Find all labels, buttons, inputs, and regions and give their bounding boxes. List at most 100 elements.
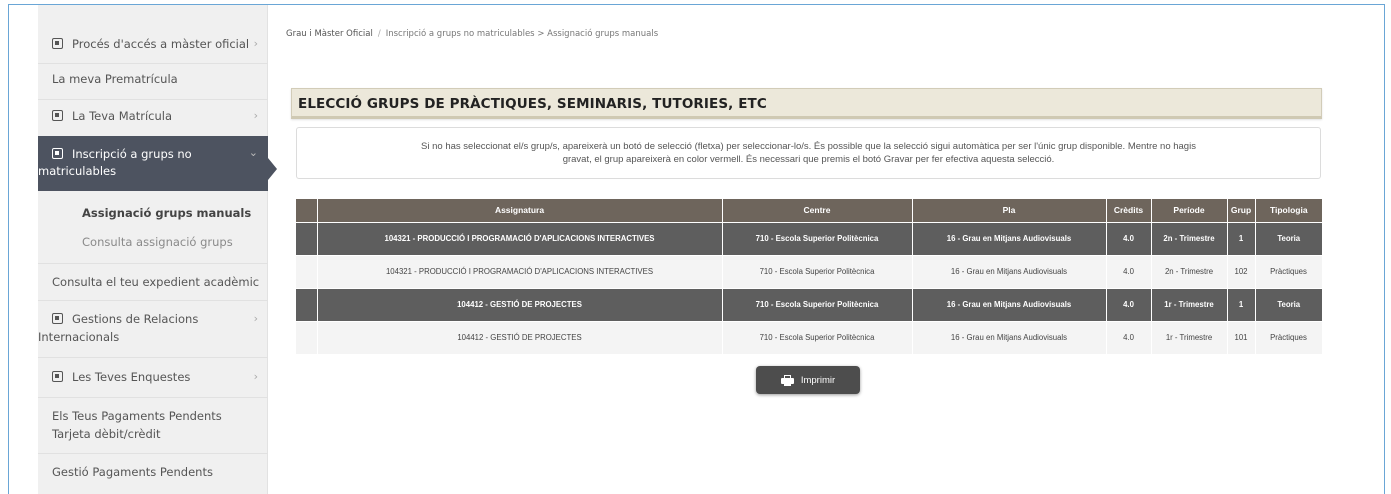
sidebar: Procés d'accés a màster oficial › La mev… — [38, 5, 277, 494]
sidebar-item-enquestes[interactable]: Les Teves Enquestes › — [38, 366, 268, 388]
column-header-centre: Centre — [722, 199, 913, 223]
table-cell-assignatura: 104412 - GESTIÓ DE PROJECTES — [317, 321, 723, 355]
table-cell-tipologia: Teoria — [1255, 288, 1322, 322]
table-header-row: Assignatura Centre Pla Crèdits Període G… — [296, 199, 1322, 223]
expand-box-icon — [52, 148, 63, 159]
table-cell-grup: 1 — [1227, 222, 1256, 256]
notice-line-2: gravat, el grup apareixerà en color verm… — [562, 154, 1055, 165]
table-cell-assignatura: 104321 - PRODUCCIÓ I PROGRAMACIÓ D'APLIC… — [317, 255, 723, 289]
table-cell-tipologia: Pràctiques — [1255, 255, 1323, 289]
chevron-right-icon: › — [253, 312, 258, 325]
sidebar-divider — [38, 397, 268, 398]
table-cell-periode: 1r - Trimestre — [1151, 288, 1228, 322]
table-cell-centre: 710 - Escola Superior Politècnica — [722, 255, 913, 289]
sidebar-divider — [38, 263, 268, 264]
column-header-periode: Període — [1151, 199, 1228, 223]
sidebar-divider — [38, 453, 268, 454]
chevron-right-icon: › — [253, 109, 258, 122]
sidebar-subitem-assignacio-grups[interactable]: Assignació grups manuals — [38, 204, 268, 222]
table-row: 104412 - GESTIÓ DE PROJECTES 710 - Escol… — [296, 321, 1323, 355]
sidebar-item-label-line2: Tarjeta dèbit/crèdit — [52, 427, 161, 441]
table-cell-pla: 16 - Grau en Mitjans Audiovisuals — [912, 222, 1107, 256]
table-cell-credits: 4.0 — [1106, 255, 1152, 289]
table-cell-credits: 4.0 — [1106, 288, 1152, 322]
column-header-grup: Grup — [1227, 199, 1256, 223]
sidebar-item-label-line1: Gestions de Relacions — [72, 312, 199, 326]
groups-table: Assignatura Centre Pla Crèdits Període G… — [296, 199, 1323, 355]
table-cell-pla: 16 - Grau en Mitjans Audiovisuals — [912, 288, 1107, 322]
print-button-label: Imprimir — [800, 374, 836, 386]
table-row: 104321 - PRODUCCIÓ I PROGRAMACIÓ D'APLIC… — [296, 222, 1322, 256]
section-title-panel: ELECCIÓ GRUPS DE PRÀCTIQUES, SEMINARIS, … — [291, 88, 1322, 119]
sidebar-item-label: La meva Prematrícula — [52, 72, 178, 86]
sidebar-item-label: Procés d'accés a màster oficial — [72, 37, 250, 51]
table-cell-centre: 710 - Escola Superior Politècnica — [722, 222, 913, 256]
table-cell-assignatura: 104321 - PRODUCCIÓ I PROGRAMACIÓ D'APLIC… — [317, 222, 723, 256]
sidebar-item-label: Gestió Pagaments Pendents — [52, 465, 213, 479]
sidebar-item-gestio-pagaments[interactable]: Gestió Pagaments Pendents — [38, 461, 268, 483]
table-cell-pla: 16 - Grau en Mitjans Audiovisuals — [912, 321, 1107, 355]
table-cell-tipologia: Teoria — [1255, 222, 1322, 256]
column-header-tipologia: Tipologia — [1255, 199, 1322, 223]
table-cell-centre: 710 - Escola Superior Politècnica — [722, 288, 913, 322]
expand-box-icon — [52, 371, 63, 382]
table-cell-select — [296, 255, 318, 289]
sidebar-item-inscripcio-grups[interactable]: Inscripció a grups no matriculables ⌄ — [38, 136, 268, 191]
sidebar-divider — [38, 99, 268, 100]
column-header-select — [296, 199, 318, 223]
sidebar-item-proces-acces-master[interactable]: Procés d'accés a màster oficial › — [38, 33, 268, 55]
sidebar-divider — [38, 63, 268, 64]
sidebar-item-label: Consulta el teu expedient acadèmic — [52, 275, 260, 289]
info-notice: Si no has seleccionat el/s grup/s, apare… — [296, 127, 1321, 179]
table-cell-periode: 2n - Trimestre — [1151, 255, 1228, 289]
app-window: Procés d'accés a màster oficial › La mev… — [0, 0, 1391, 494]
breadcrumb-separator: / — [377, 29, 381, 39]
table-row: 104321 - PRODUCCIÓ I PROGRAMACIÓ D'APLIC… — [296, 255, 1323, 289]
table-cell-grup: 102 — [1227, 255, 1256, 289]
column-header-pla: Pla — [912, 199, 1107, 223]
notice-line-1: Si no has seleccionat el/s grup/s, apare… — [421, 141, 1196, 152]
table-cell-tipologia: Pràctiques — [1255, 321, 1323, 355]
table-row: 104412 - GESTIÓ DE PROJECTES 710 - Escol… — [296, 288, 1322, 322]
table-cell-select — [296, 222, 318, 256]
sidebar-item-expedient[interactable]: Consulta el teu expedient acadèmic — [38, 271, 268, 293]
sidebar-item-matricula[interactable]: La Teva Matrícula › — [38, 105, 268, 127]
chevron-right-icon: › — [253, 37, 258, 50]
table-cell-credits: 4.0 — [1106, 222, 1152, 256]
sidebar-item-prematricula[interactable]: La meva Prematrícula — [38, 68, 268, 90]
chevron-right-icon: › — [253, 370, 258, 383]
breadcrumb: Grau i Màster Oficial / Inscripció a grups… — [286, 29, 658, 39]
table-cell-periode: 1r - Trimestre — [1151, 321, 1228, 355]
sidebar-item-label-line1: Els Teus Pagaments Pendents — [52, 409, 222, 423]
chevron-down-icon: ⌄ — [248, 146, 258, 159]
table-cell-pla: 16 - Grau en Mitjans Audiovisuals — [912, 255, 1107, 289]
sidebar-subitem-consulta-assignacio[interactable]: Consulta assignació grups — [38, 233, 268, 251]
table-cell-periode: 2n - Trimestre — [1151, 222, 1228, 256]
page-title: ELECCIÓ GRUPS DE PRÀCTIQUES, SEMINARIS, … — [298, 96, 767, 112]
table-cell-credits: 4.0 — [1106, 321, 1152, 355]
table-cell-select — [296, 288, 318, 322]
sidebar-item-label: Les Teves Enquestes — [72, 370, 191, 384]
column-header-credits: Crèdits — [1106, 199, 1152, 223]
sidebar-divider — [38, 357, 268, 358]
table-cell-assignatura: 104412 - GESTIÓ DE PROJECTES — [317, 288, 723, 322]
expand-box-icon — [52, 110, 63, 121]
sidebar-item-label-line2: matriculables — [38, 164, 117, 178]
expand-box-icon — [52, 38, 63, 49]
active-pointer — [268, 158, 277, 180]
sidebar-item-pagaments-pendents[interactable]: Els Teus Pagaments Pendents Tarjeta dèbi… — [38, 405, 268, 445]
printer-icon — [780, 374, 794, 386]
table-cell-select — [296, 321, 318, 355]
sidebar-item-label-line2: Internacionals — [38, 330, 120, 344]
print-button[interactable]: Imprimir — [756, 366, 860, 394]
expand-box-icon — [52, 313, 63, 324]
table-cell-grup: 101 — [1227, 321, 1256, 355]
sidebar-item-label: La Teva Matrícula — [72, 109, 173, 123]
notice-text: Si no has seleccionat el/s grup/s, apare… — [421, 140, 1196, 166]
breadcrumb-path: Inscripció a grups no matriculables > As… — [385, 29, 659, 39]
sidebar-item-relacions-internacionals[interactable]: Gestions de Relacions Internacionals › — [38, 308, 268, 348]
breadcrumb-root[interactable]: Grau i Màster Oficial — [286, 29, 373, 39]
sidebar-item-label-line1: Inscripció a grups no — [72, 147, 192, 161]
table-cell-grup: 1 — [1227, 288, 1256, 322]
sidebar-divider — [38, 300, 268, 301]
